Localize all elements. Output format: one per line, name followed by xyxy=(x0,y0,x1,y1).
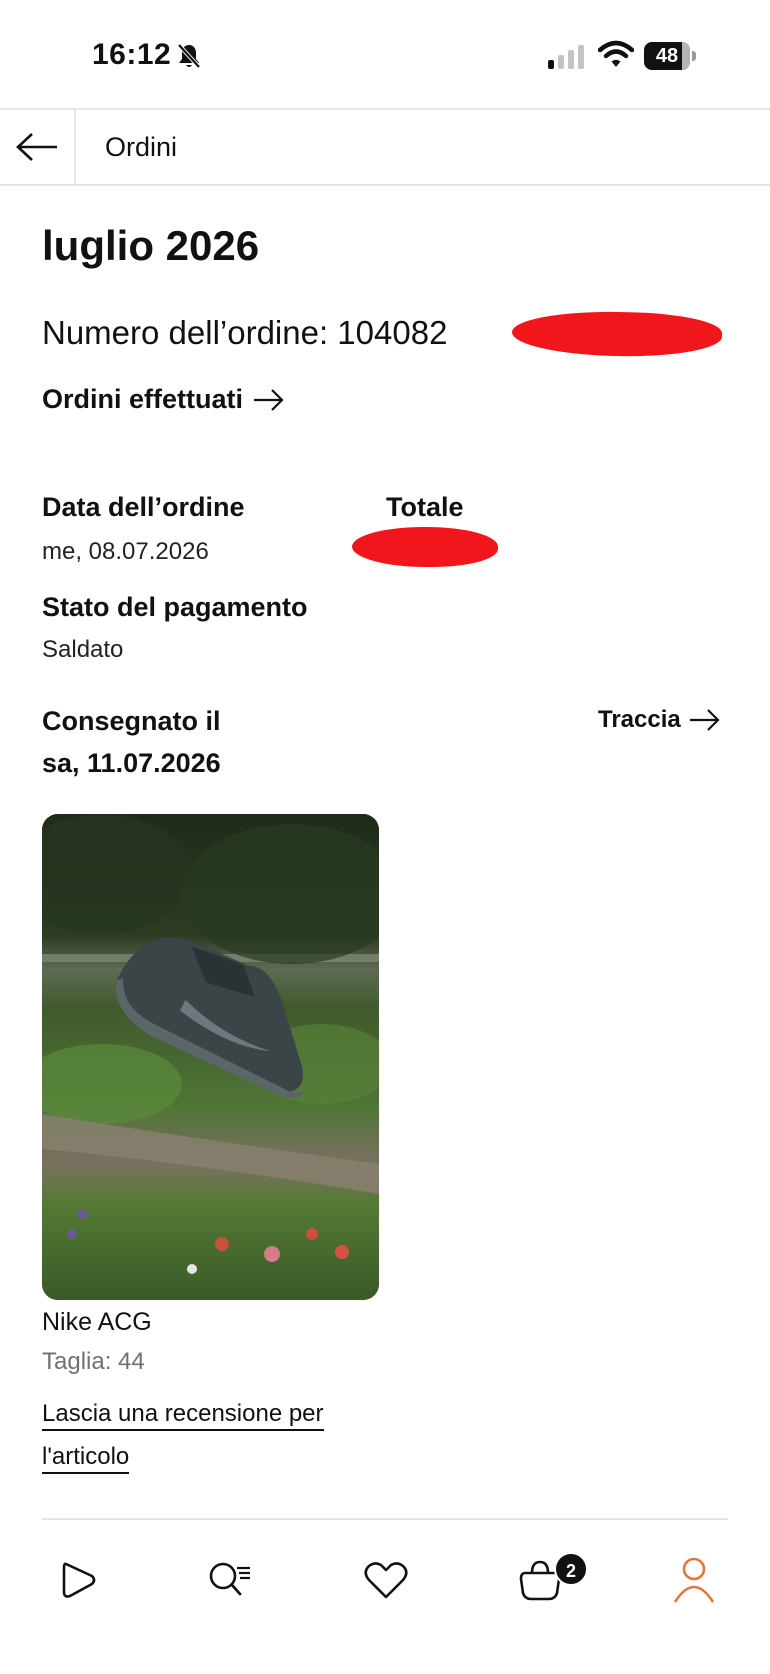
order-date-label: Data dell’ordine xyxy=(42,492,245,522)
bottom-tab-bar: 2 xyxy=(0,1530,770,1640)
order-date-value: me, 08.07.2026 xyxy=(42,538,209,565)
track-label: Traccia xyxy=(598,706,681,733)
divider xyxy=(42,1518,728,1520)
page-title: Ordini xyxy=(105,132,178,162)
status-time: 16:12 xyxy=(92,38,172,71)
order-number: Numero dell’ordine: 104082 xyxy=(42,314,448,351)
redaction-mark xyxy=(511,310,723,358)
tab-search[interactable] xyxy=(200,1550,260,1610)
search-icon xyxy=(209,1562,250,1596)
payment-status-label: Stato del pagamento xyxy=(42,592,308,622)
arrow-left-icon xyxy=(16,133,57,161)
order-month-heading: luglio 2026 xyxy=(42,222,260,269)
product-size: Taglia: 44 xyxy=(42,1348,145,1375)
orders-placed-link[interactable]: Ordini effettuati xyxy=(42,384,285,415)
delivery-label: Consegnato il xyxy=(42,706,221,736)
signal-icon xyxy=(548,45,584,69)
leave-review-label: Lascia una recensione per l'articolo xyxy=(42,1400,324,1474)
tab-home[interactable] xyxy=(48,1550,108,1610)
track-link[interactable]: Traccia xyxy=(598,706,721,734)
leave-review-link[interactable]: Lascia una recensione per l'articolo xyxy=(42,1392,372,1478)
sneaker-in-grass-photo xyxy=(42,814,379,1300)
back-button[interactable] xyxy=(0,110,76,184)
order-detail-screen: 16:12 48 Ordini luglio 2026 Numero dell’… xyxy=(0,0,770,1674)
delivery-date: sa, 11.07.2026 xyxy=(42,748,221,778)
payment-status-value: Saldato xyxy=(42,636,124,663)
tab-favorites[interactable] xyxy=(356,1550,416,1610)
orders-placed-label: Ordini effettuati xyxy=(42,384,243,414)
battery-icon: 48 xyxy=(644,42,696,70)
bell-off-icon xyxy=(177,43,201,69)
tab-profile[interactable] xyxy=(664,1550,724,1610)
arrow-right-icon xyxy=(689,709,720,731)
battery-level: 48 xyxy=(655,45,679,67)
navigation-header: Ordini xyxy=(0,108,770,186)
profile-icon xyxy=(673,1557,715,1603)
home-swoosh-icon xyxy=(62,1562,96,1598)
arrow-right-icon xyxy=(254,388,284,411)
status-bar: 16:12 48 xyxy=(0,0,770,110)
product-image[interactable] xyxy=(42,814,379,1300)
wifi-icon xyxy=(598,40,634,67)
product-name: Nike ACG xyxy=(42,1308,152,1336)
bag-count-badge: 2 xyxy=(554,1552,588,1586)
heart-icon xyxy=(364,1562,408,1599)
redaction-mark xyxy=(352,527,498,567)
total-label: Totale xyxy=(386,492,464,522)
